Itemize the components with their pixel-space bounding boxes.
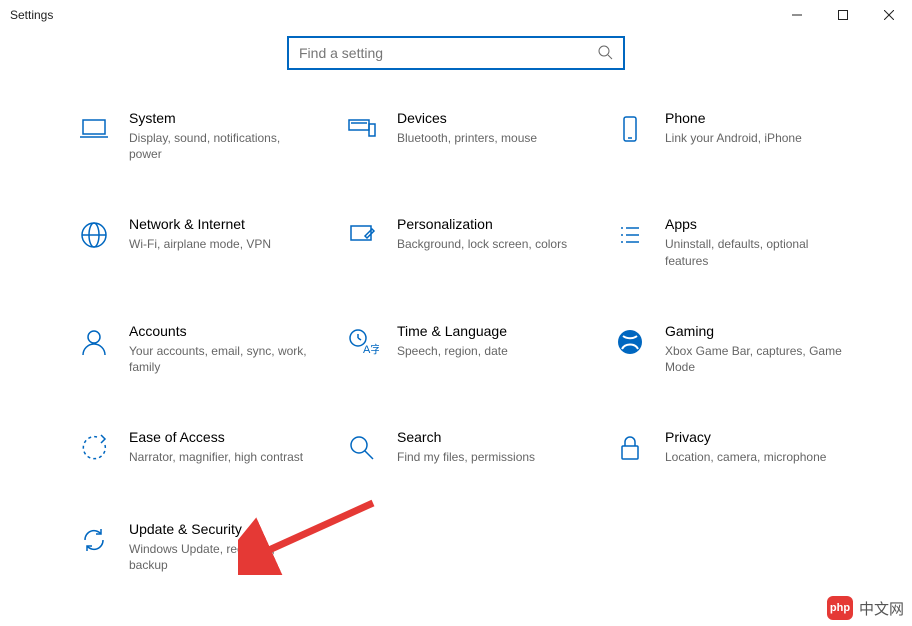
tile-phone[interactable]: Phone Link your Android, iPhone bbox=[611, 110, 879, 162]
tile-desc: Uninstall, defaults, optional features bbox=[665, 236, 850, 268]
tile-desc: Your accounts, email, sync, work, family bbox=[129, 343, 314, 375]
magnifier-icon bbox=[343, 429, 381, 467]
phone-icon bbox=[611, 110, 649, 148]
tile-devices[interactable]: Devices Bluetooth, printers, mouse bbox=[343, 110, 611, 162]
tile-title: System bbox=[129, 110, 314, 126]
apps-icon bbox=[611, 216, 649, 254]
tile-desc: Xbox Game Bar, captures, Game Mode bbox=[665, 343, 850, 375]
tile-title: Update & Security bbox=[129, 521, 314, 537]
tile-title: Search bbox=[397, 429, 535, 445]
tile-desc: Speech, region, date bbox=[397, 343, 508, 359]
person-icon bbox=[75, 323, 113, 361]
tile-search[interactable]: Search Find my files, permissions bbox=[343, 429, 611, 467]
tile-personalization[interactable]: Personalization Background, lock screen,… bbox=[343, 216, 611, 268]
globe-icon bbox=[75, 216, 113, 254]
tile-desc: Location, camera, microphone bbox=[665, 449, 826, 465]
tile-time-language[interactable]: A字 Time & Language Speech, region, date bbox=[343, 323, 611, 375]
tile-system[interactable]: System Display, sound, notifications, po… bbox=[75, 110, 343, 162]
tile-title: Ease of Access bbox=[129, 429, 303, 445]
tile-apps[interactable]: Apps Uninstall, defaults, optional featu… bbox=[611, 216, 879, 268]
tile-desc: Wi-Fi, airplane mode, VPN bbox=[129, 236, 271, 252]
tile-title: Time & Language bbox=[397, 323, 508, 339]
search-placeholder: Find a setting bbox=[299, 45, 597, 61]
tile-title: Network & Internet bbox=[129, 216, 271, 232]
watermark-text: 中文网 bbox=[859, 598, 904, 619]
tile-privacy[interactable]: Privacy Location, camera, microphone bbox=[611, 429, 879, 467]
tile-desc: Narrator, magnifier, high contrast bbox=[129, 449, 303, 465]
lock-icon bbox=[611, 429, 649, 467]
ease-of-access-icon bbox=[75, 429, 113, 467]
watermark-logo: php bbox=[827, 596, 853, 620]
paintbrush-icon bbox=[343, 216, 381, 254]
search-input[interactable]: Find a setting bbox=[287, 36, 625, 70]
watermark: php 中文网 bbox=[827, 596, 904, 620]
tile-network[interactable]: Network & Internet Wi-Fi, airplane mode,… bbox=[75, 216, 343, 268]
tile-desc: Background, lock screen, colors bbox=[397, 236, 567, 252]
update-icon bbox=[75, 521, 113, 559]
tile-desc: Link your Android, iPhone bbox=[665, 130, 802, 146]
tile-desc: Bluetooth, printers, mouse bbox=[397, 130, 537, 146]
tile-title: Phone bbox=[665, 110, 802, 126]
tile-title: Privacy bbox=[665, 429, 826, 445]
tile-desc: Windows Update, recovery, backup bbox=[129, 541, 314, 573]
minimize-button[interactable] bbox=[774, 0, 820, 30]
tile-ease-of-access[interactable]: Ease of Access Narrator, magnifier, high… bbox=[75, 429, 343, 467]
tile-accounts[interactable]: Accounts Your accounts, email, sync, wor… bbox=[75, 323, 343, 375]
settings-grid: System Display, sound, notifications, po… bbox=[0, 110, 912, 574]
tile-title: Apps bbox=[665, 216, 850, 232]
tile-update-security[interactable]: Update & Security Windows Update, recove… bbox=[75, 521, 343, 573]
tile-title: Gaming bbox=[665, 323, 850, 339]
titlebar: Settings bbox=[0, 0, 912, 30]
maximize-button[interactable] bbox=[820, 0, 866, 30]
tile-desc: Display, sound, notifications, power bbox=[129, 130, 314, 162]
xbox-icon bbox=[611, 323, 649, 361]
tile-title: Accounts bbox=[129, 323, 314, 339]
window-title: Settings bbox=[10, 8, 53, 22]
svg-text:A字: A字 bbox=[363, 342, 379, 356]
tile-gaming[interactable]: Gaming Xbox Game Bar, captures, Game Mod… bbox=[611, 323, 879, 375]
tile-title: Personalization bbox=[397, 216, 567, 232]
devices-icon bbox=[343, 110, 381, 148]
search-icon bbox=[597, 44, 613, 63]
laptop-icon bbox=[75, 110, 113, 148]
tile-title: Devices bbox=[397, 110, 537, 126]
close-button[interactable] bbox=[866, 0, 912, 30]
tile-desc: Find my files, permissions bbox=[397, 449, 535, 465]
time-language-icon: A字 bbox=[343, 323, 381, 361]
